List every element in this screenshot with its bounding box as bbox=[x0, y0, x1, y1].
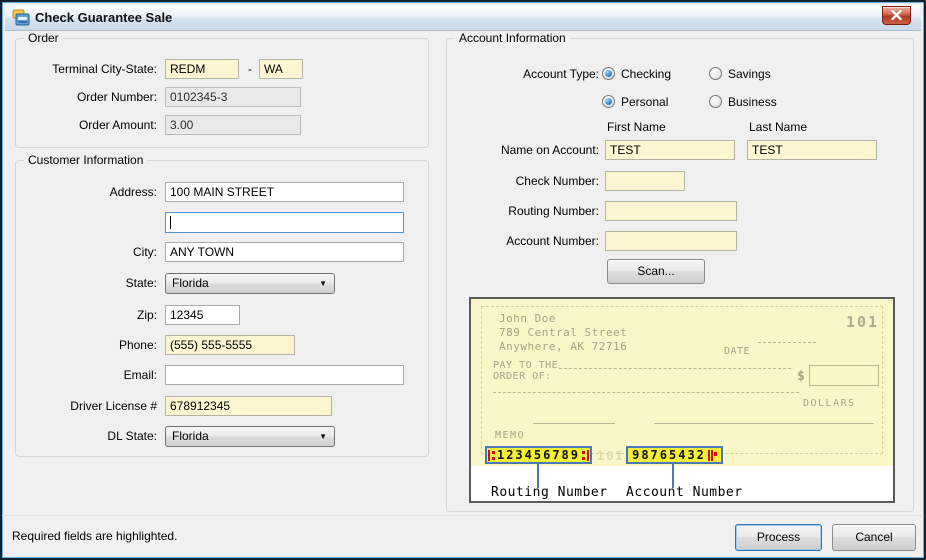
dl-state-label: DL State: bbox=[107, 429, 157, 443]
account-type-label: Account Type: bbox=[523, 67, 599, 81]
dialog-window: Check Guarantee Sale Order Terminal City… bbox=[0, 0, 926, 560]
state-select[interactable]: Florida ▼ bbox=[165, 273, 335, 294]
order-group-title: Order bbox=[24, 31, 63, 45]
name-on-account-label: Name on Account: bbox=[500, 143, 599, 157]
check-app-icon bbox=[12, 9, 30, 27]
account-number-input[interactable] bbox=[605, 231, 737, 251]
routing-number-label: Routing Number: bbox=[508, 204, 599, 218]
text-caret bbox=[170, 216, 171, 229]
close-icon bbox=[891, 9, 902, 21]
order-number-label: Order Number: bbox=[76, 90, 157, 104]
state-label: State: bbox=[125, 276, 157, 290]
last-name-input[interactable] bbox=[747, 140, 877, 160]
order-amount-label: Order Amount: bbox=[78, 118, 157, 132]
city-label: City: bbox=[133, 245, 157, 259]
account-caption: Account Number bbox=[626, 485, 743, 500]
micr-transit-icon bbox=[582, 449, 590, 461]
radio-dot bbox=[605, 70, 612, 77]
address-line1-input[interactable] bbox=[165, 182, 404, 202]
check-date-line bbox=[758, 342, 816, 343]
micr-routing-highlight: 123456789 bbox=[485, 446, 592, 464]
email-input[interactable] bbox=[165, 365, 404, 385]
check-number-label: Check Number: bbox=[515, 174, 599, 188]
account-group-title: Account Information bbox=[455, 31, 570, 45]
window-title: Check Guarantee Sale bbox=[35, 10, 173, 25]
zip-label: Zip: bbox=[136, 308, 157, 322]
check-dollar-sign: $ bbox=[797, 369, 806, 384]
micr-onus-icon bbox=[707, 449, 717, 461]
check-payer-city: Anywhere, AK 72716 bbox=[499, 340, 628, 353]
radio-business[interactable] bbox=[709, 95, 722, 108]
dl-state-select-value: Florida bbox=[172, 429, 209, 443]
routing-caption: Routing Number bbox=[491, 485, 608, 500]
check-payto-line1: PAY TO THE bbox=[493, 360, 559, 371]
routing-number-input[interactable] bbox=[605, 201, 737, 221]
radio-dot bbox=[605, 98, 612, 105]
check-payto-line bbox=[559, 368, 791, 369]
state-select-value: Florida bbox=[172, 276, 209, 290]
radio-personal-label[interactable]: Personal bbox=[621, 92, 668, 112]
check-dollars-label: DOLLARS bbox=[803, 398, 856, 409]
check-memo-line bbox=[533, 423, 615, 424]
terminal-state-input[interactable] bbox=[259, 59, 303, 79]
email-label: Email: bbox=[123, 368, 157, 382]
driver-license-input[interactable] bbox=[165, 396, 332, 416]
radio-savings[interactable] bbox=[709, 67, 722, 80]
radio-checking[interactable] bbox=[602, 67, 615, 80]
order-number-field bbox=[165, 87, 301, 107]
first-name-input[interactable] bbox=[605, 140, 735, 160]
phone-label: Phone: bbox=[118, 338, 157, 352]
check-payto-line2: ORDER OF: bbox=[493, 371, 552, 382]
chevron-down-icon: ▼ bbox=[319, 432, 327, 441]
check-payer-street: 789 Central Street bbox=[499, 326, 628, 339]
radio-personal[interactable] bbox=[602, 95, 615, 108]
last-name-column-label: Last Name bbox=[749, 120, 808, 134]
sample-check-image: John Doe 789 Central Street Anywhere, AK… bbox=[469, 297, 895, 503]
micr-transit-icon bbox=[487, 449, 495, 461]
check-payer-name: John Doe bbox=[499, 312, 556, 325]
titlebar[interactable]: Check Guarantee Sale bbox=[5, 5, 921, 31]
terminal-city-state-label: Terminal City-State: bbox=[52, 62, 157, 76]
micr-account-digits: 98765432 bbox=[632, 448, 706, 462]
account-number-label: Account Number: bbox=[506, 234, 599, 248]
address-label: Address: bbox=[109, 185, 157, 199]
radio-savings-label[interactable]: Savings bbox=[728, 64, 771, 84]
dl-state-select[interactable]: Florida ▼ bbox=[165, 426, 335, 447]
micr-check-number: 101 bbox=[597, 449, 625, 463]
city-input[interactable] bbox=[165, 242, 404, 262]
cancel-button[interactable]: Cancel bbox=[832, 524, 916, 551]
order-amount-field bbox=[165, 115, 301, 135]
check-dollars-line bbox=[493, 392, 799, 393]
close-button[interactable] bbox=[882, 6, 911, 25]
radio-business-label[interactable]: Business bbox=[728, 92, 777, 112]
terminal-separator: - bbox=[248, 62, 252, 76]
check-amount-box bbox=[809, 365, 879, 386]
address-line2-input[interactable] bbox=[165, 212, 404, 233]
process-button[interactable]: Process bbox=[735, 524, 822, 551]
driver-license-label: Driver License # bbox=[70, 399, 157, 413]
phone-input[interactable] bbox=[165, 335, 295, 355]
micr-routing-digits: 123456789 bbox=[496, 448, 581, 462]
zip-input[interactable] bbox=[165, 305, 240, 325]
check-number-input[interactable] bbox=[605, 171, 685, 191]
terminal-city-input[interactable] bbox=[165, 59, 239, 79]
micr-account-highlight: 98765432 bbox=[626, 446, 723, 464]
required-fields-note: Required fields are highlighted. bbox=[12, 529, 178, 543]
scan-button[interactable]: Scan... bbox=[607, 259, 705, 284]
first-name-column-label: First Name bbox=[607, 120, 666, 134]
chevron-down-icon: ▼ bbox=[319, 279, 327, 288]
check-number-printed: 101 bbox=[846, 313, 880, 331]
customer-group-title: Customer Information bbox=[24, 153, 148, 167]
check-memo-label: MEMO bbox=[495, 430, 526, 441]
check-signature-line bbox=[654, 423, 874, 424]
check-date-label: DATE bbox=[724, 346, 751, 357]
footer-divider bbox=[2, 515, 924, 516]
radio-checking-label[interactable]: Checking bbox=[621, 64, 671, 84]
